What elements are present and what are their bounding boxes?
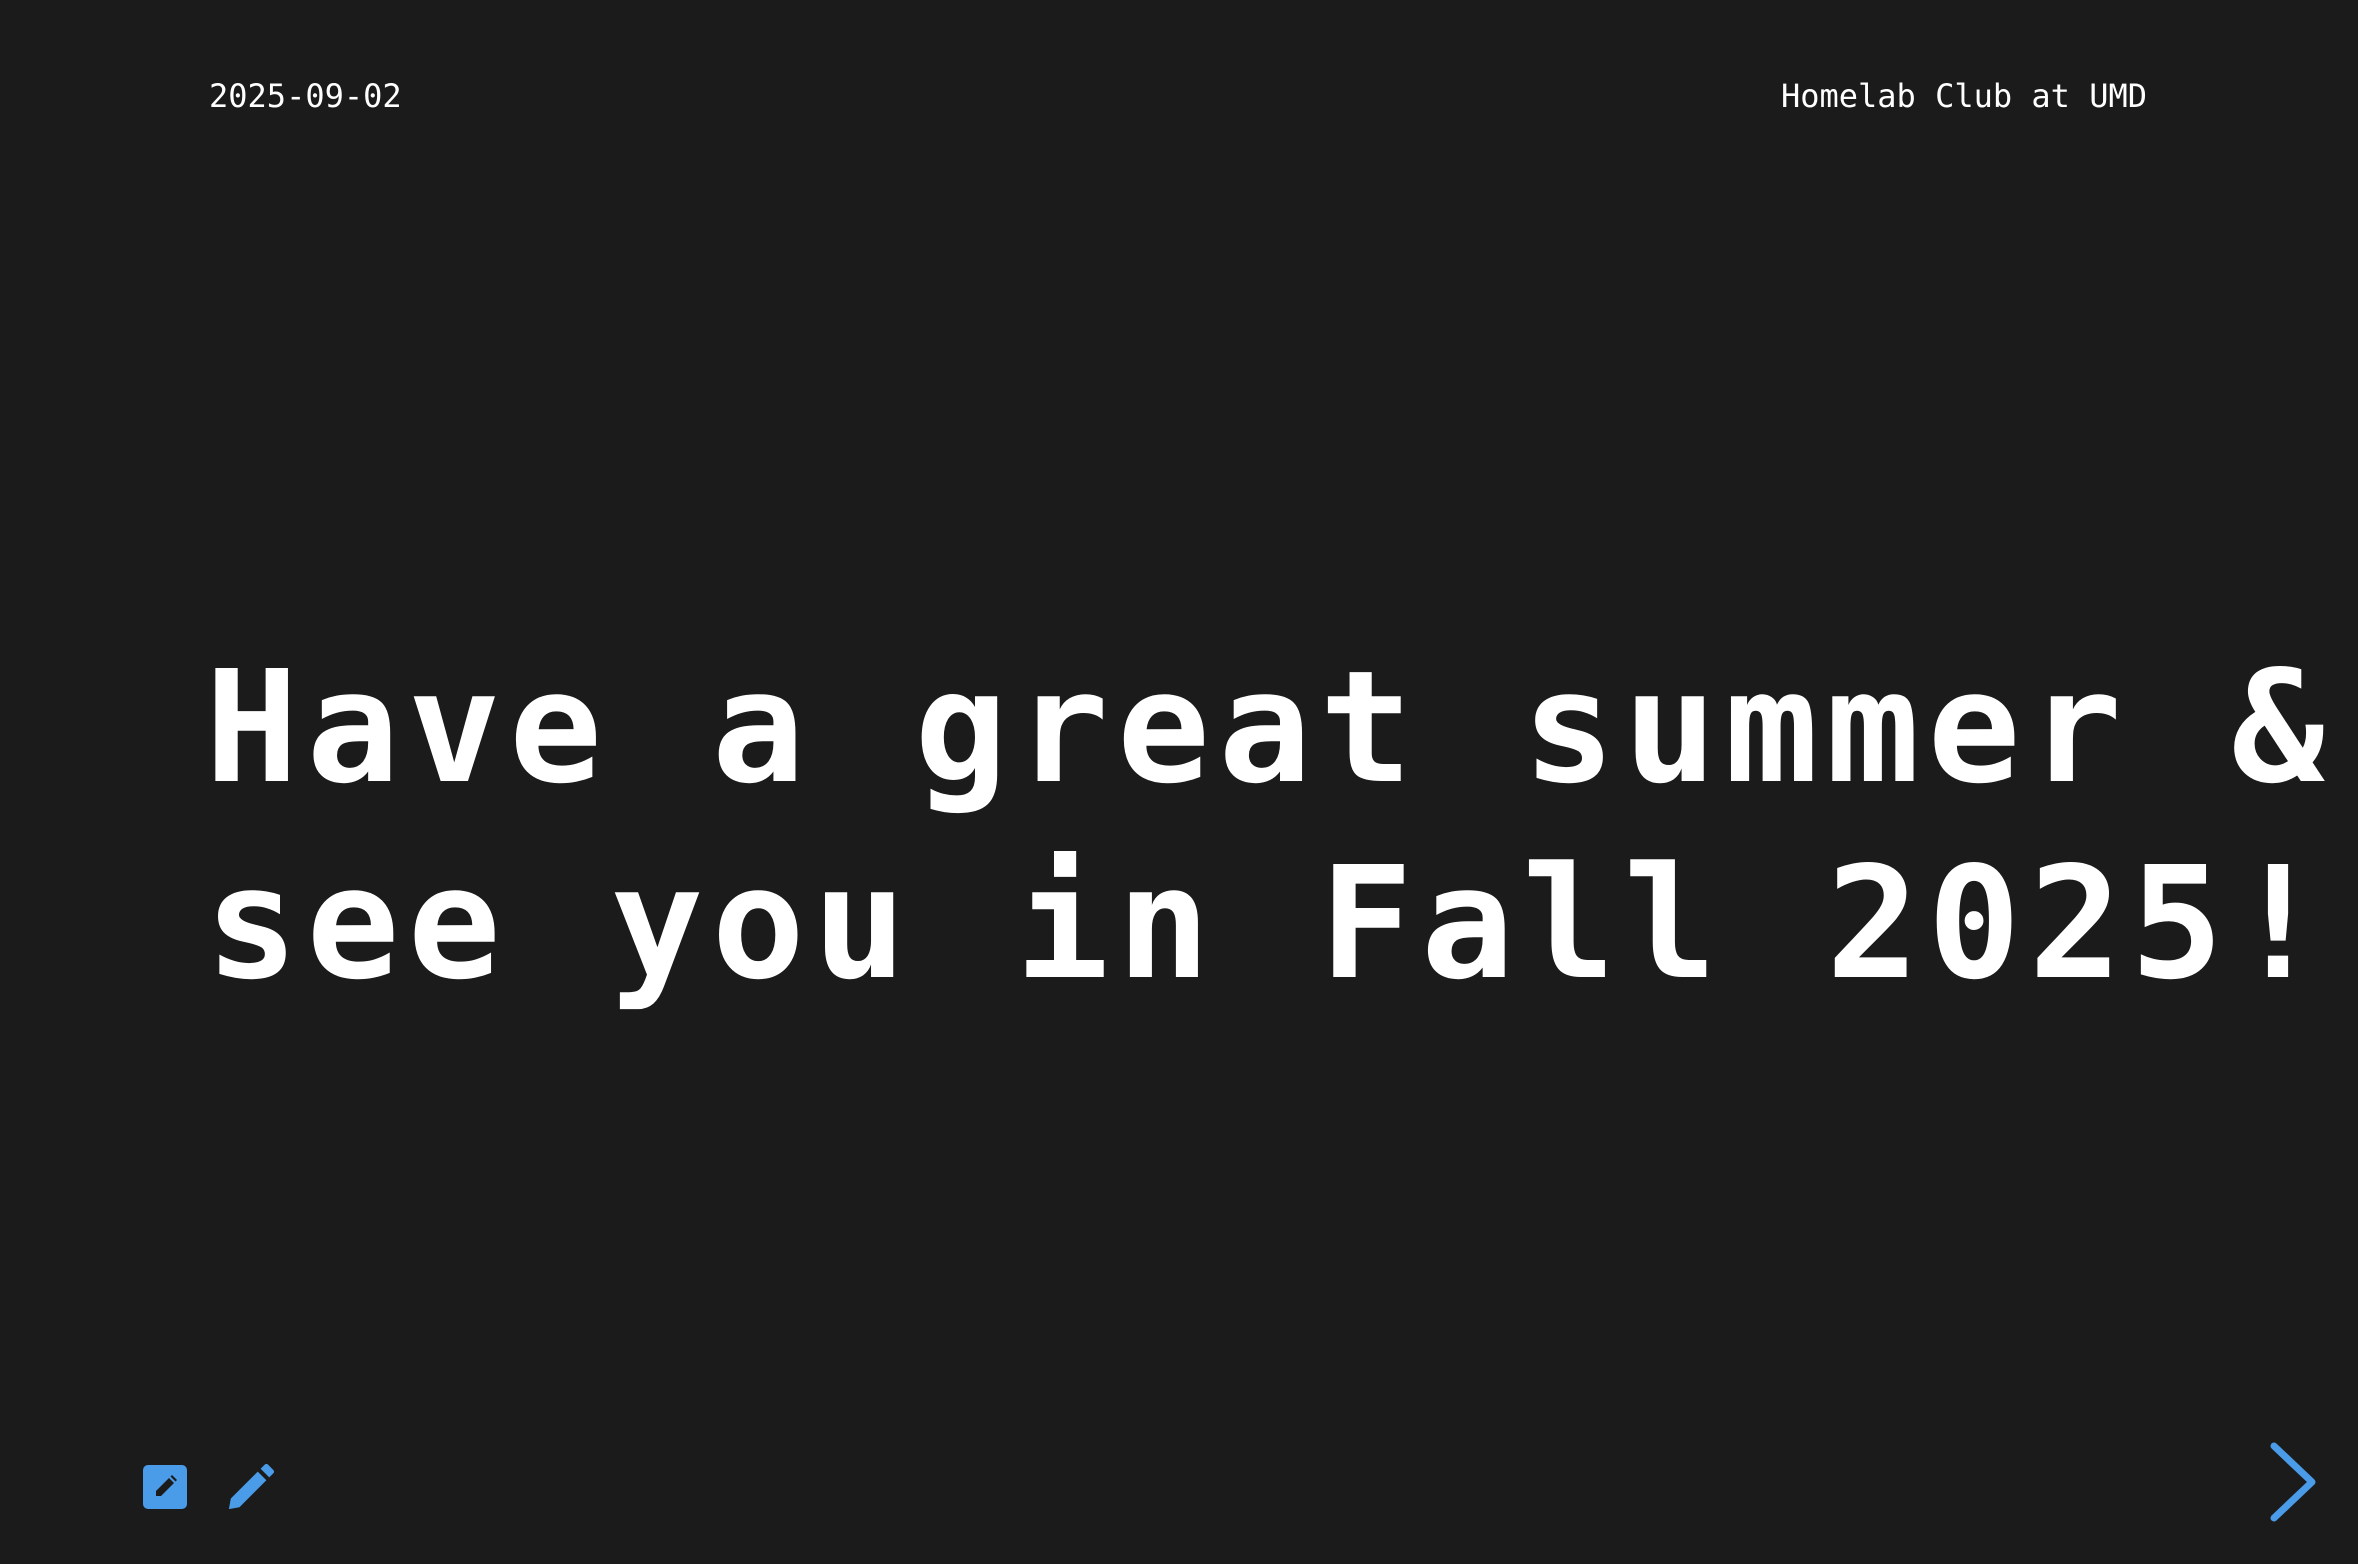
edit-toolbar	[140, 1460, 276, 1514]
slide-date: 2025-09-02	[209, 77, 402, 115]
slide: 2025-09-02 Homelab Club at UMD Have a gr…	[0, 0, 2358, 1564]
headline-line: Have a great summer &	[205, 637, 2333, 818]
organization-name: Homelab Club at UMD	[1780, 77, 2147, 115]
chevron-right-icon[interactable]	[2262, 1440, 2322, 1524]
slide-headline: Have a great summer & see you in Fall 20…	[205, 630, 2333, 1022]
pencil-icon[interactable]	[226, 1460, 276, 1514]
headline-line: see you in Fall 2025!	[205, 833, 2333, 1014]
edit-square-icon[interactable]	[140, 1460, 190, 1514]
